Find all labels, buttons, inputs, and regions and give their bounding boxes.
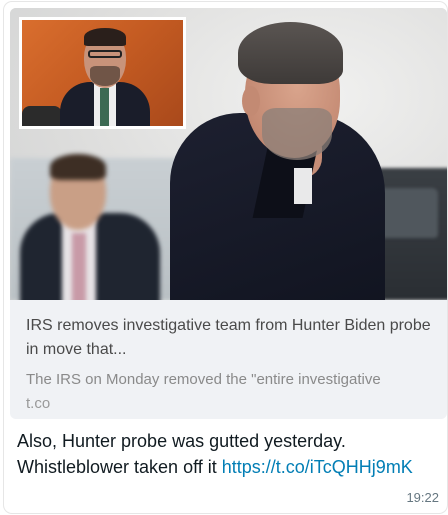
message-bubble[interactable]: IRS removes investigative team from Hunt… [4,2,447,513]
photo-background-person-hair [50,154,106,180]
message-text-line1: Also, Hunter probe was gutted yesterday. [17,431,346,451]
photo-main-person-shirt [294,168,312,204]
link-preview-text[interactable]: IRS removes investigative team from Hunt… [26,314,436,415]
link-preview-title: IRS removes investigative team from Hunt… [26,317,431,358]
photo-inset-hair [84,28,126,46]
photo-inset [19,17,186,129]
link-preview-image[interactable] [10,8,447,300]
photo-main-person-ear [242,86,260,116]
link-preview-domain: t.co [26,395,51,412]
link-preview-card[interactable]: IRS removes investigative team from Hunt… [10,8,447,419]
photo-inset-beard [90,66,120,86]
message-link[interactable]: https://t.co/iTcQHHj9mK [222,457,413,477]
message-text-line2: Whistleblower taken off it [17,457,222,477]
link-preview-description: The IRS on Monday removed the "entire in… [26,371,381,388]
photo-inset-microphone [22,106,62,126]
photo-inset-tie [100,88,109,126]
message-timestamp: 19:22 [406,490,439,505]
photo-background-person-tie [72,233,86,300]
message-text: Also, Hunter probe was gutted yesterday.… [17,428,445,480]
photo-main-person-beard [262,108,332,160]
photo-main-person-hair [238,22,343,84]
photo-inset-glasses [88,50,122,58]
